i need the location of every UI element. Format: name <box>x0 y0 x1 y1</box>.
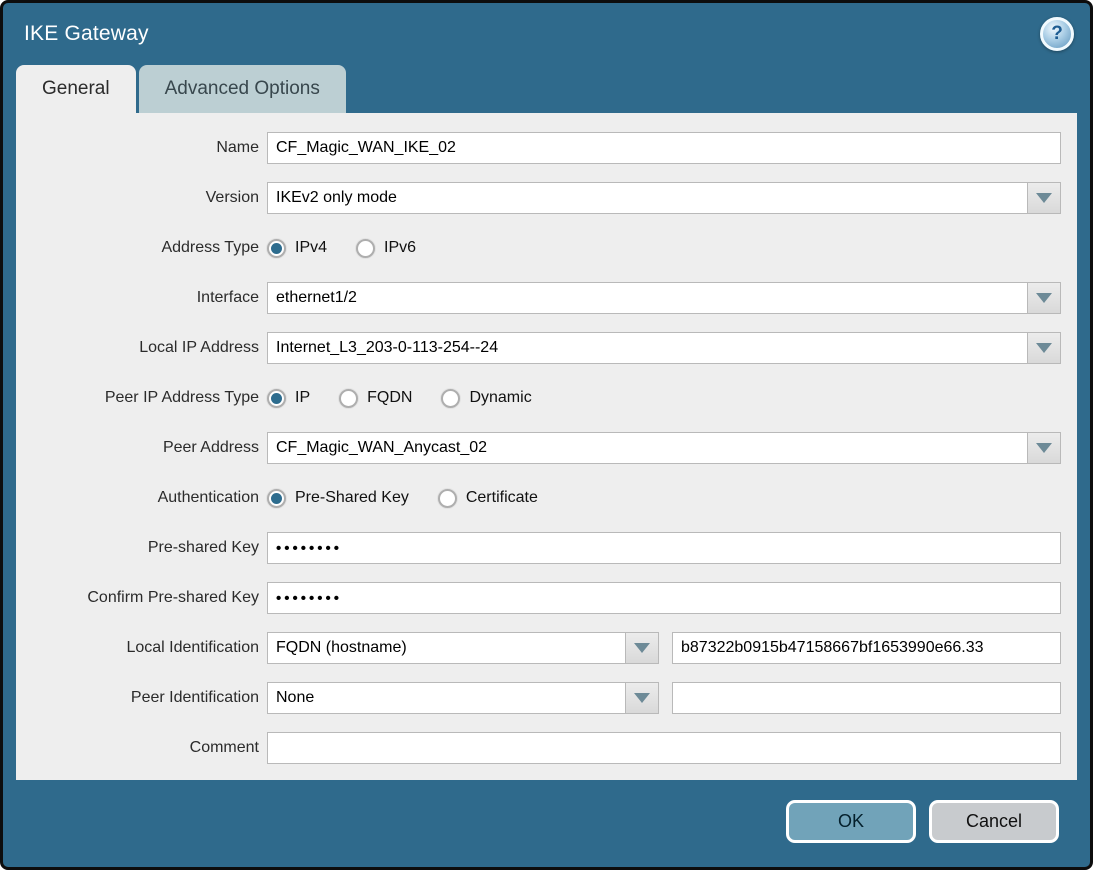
local-identification-dropdown-button[interactable] <box>625 632 659 664</box>
local-ip-address-input[interactable] <box>267 332 1028 364</box>
peer-identification-type-input[interactable] <box>267 682 626 714</box>
interface-select <box>267 282 1061 314</box>
chevron-down-icon <box>1036 343 1052 353</box>
ok-button[interactable]: OK <box>786 800 916 843</box>
local-ip-address-dropdown-button[interactable] <box>1027 332 1061 364</box>
row-comment: Comment <box>32 732 1061 764</box>
peer-identification-type-select <box>267 682 659 714</box>
row-pre-shared-key: Pre-shared Key <box>32 532 1061 564</box>
row-peer-identification: Peer Identification <box>32 682 1061 714</box>
interface-label: Interface <box>32 289 259 307</box>
version-dropdown-button[interactable] <box>1027 182 1061 214</box>
radio-option-fqdn[interactable]: FQDN <box>339 389 412 408</box>
pre-shared-key-label: Pre-shared Key <box>32 539 259 557</box>
local-identification-label: Local Identification <box>32 639 259 657</box>
row-confirm-pre-shared-key: Confirm Pre-shared Key <box>32 582 1061 614</box>
peer-address-input[interactable] <box>267 432 1028 464</box>
local-identification-value-input[interactable] <box>672 632 1061 664</box>
chevron-down-icon <box>634 643 650 653</box>
row-peer-address: Peer Address <box>32 432 1061 464</box>
peer-address-dropdown-button[interactable] <box>1027 432 1061 464</box>
cancel-button[interactable]: Cancel <box>929 800 1059 843</box>
peer-address-select <box>267 432 1061 464</box>
interface-input[interactable] <box>267 282 1028 314</box>
tab-advanced-options[interactable]: Advanced Options <box>139 65 346 113</box>
radio-option-dynamic[interactable]: Dynamic <box>441 389 531 408</box>
tab-bar: General Advanced Options <box>3 65 1090 113</box>
address-type-label: Address Type <box>32 239 259 257</box>
confirm-pre-shared-key-input[interactable] <box>267 582 1061 614</box>
ike-gateway-dialog: IKE Gateway ? General Advanced Options N… <box>0 0 1093 870</box>
pre-shared-key-input[interactable] <box>267 532 1061 564</box>
comment-input[interactable] <box>267 732 1061 764</box>
address-type-radio-group: IPv4 IPv6 <box>267 239 445 258</box>
chevron-down-icon <box>1036 293 1052 303</box>
dialog-footer: OK Cancel <box>3 780 1090 867</box>
radio-option-ip[interactable]: IP <box>267 389 310 408</box>
radio-icon <box>267 389 286 408</box>
help-icon[interactable]: ? <box>1040 17 1074 51</box>
tab-general[interactable]: General <box>16 65 136 113</box>
peer-ip-address-type-label: Peer IP Address Type <box>32 389 259 407</box>
local-ip-address-select <box>267 332 1061 364</box>
radio-icon <box>356 239 375 258</box>
chevron-down-icon <box>634 693 650 703</box>
row-local-ip-address: Local IP Address <box>32 332 1061 364</box>
radio-option-ipv4[interactable]: IPv4 <box>267 239 327 258</box>
dialog-titlebar: IKE Gateway ? <box>3 3 1090 65</box>
row-version: Version <box>32 182 1061 214</box>
peer-identification-dropdown-button[interactable] <box>625 682 659 714</box>
peer-address-label: Peer Address <box>32 439 259 457</box>
version-label: Version <box>32 189 259 207</box>
radio-icon <box>267 239 286 258</box>
comment-label: Comment <box>32 739 259 757</box>
authentication-radio-group: Pre-Shared Key Certificate <box>267 489 567 508</box>
radio-icon <box>267 489 286 508</box>
authentication-label: Authentication <box>32 489 259 507</box>
row-local-identification: Local Identification <box>32 632 1061 664</box>
confirm-pre-shared-key-label: Confirm Pre-shared Key <box>32 589 259 607</box>
peer-identification-value-input[interactable] <box>672 682 1061 714</box>
row-interface: Interface <box>32 282 1061 314</box>
general-tab-panel: Name Version Address Type IPv4 <box>16 113 1077 780</box>
row-address-type: Address Type IPv4 IPv6 <box>32 232 1061 264</box>
chevron-down-icon <box>1036 443 1052 453</box>
interface-dropdown-button[interactable] <box>1027 282 1061 314</box>
radio-option-certificate[interactable]: Certificate <box>438 489 538 508</box>
row-peer-ip-address-type: Peer IP Address Type IP FQDN Dynamic <box>32 382 1061 414</box>
version-input[interactable] <box>267 182 1028 214</box>
radio-icon <box>438 489 457 508</box>
local-identification-type-input[interactable] <box>267 632 626 664</box>
radio-icon <box>441 389 460 408</box>
row-authentication: Authentication Pre-Shared Key Certificat… <box>32 482 1061 514</box>
local-identification-type-select <box>267 632 659 664</box>
local-ip-address-label: Local IP Address <box>32 339 259 357</box>
radio-option-pre-shared-key[interactable]: Pre-Shared Key <box>267 489 409 508</box>
peer-identification-label: Peer Identification <box>32 689 259 707</box>
peer-ip-address-type-radio-group: IP FQDN Dynamic <box>267 389 561 408</box>
chevron-down-icon <box>1036 193 1052 203</box>
version-select <box>267 182 1061 214</box>
radio-option-ipv6[interactable]: IPv6 <box>356 239 416 258</box>
row-name: Name <box>32 132 1061 164</box>
radio-icon <box>339 389 358 408</box>
dialog-title: IKE Gateway <box>24 22 149 46</box>
name-label: Name <box>32 139 259 157</box>
name-input[interactable] <box>267 132 1061 164</box>
